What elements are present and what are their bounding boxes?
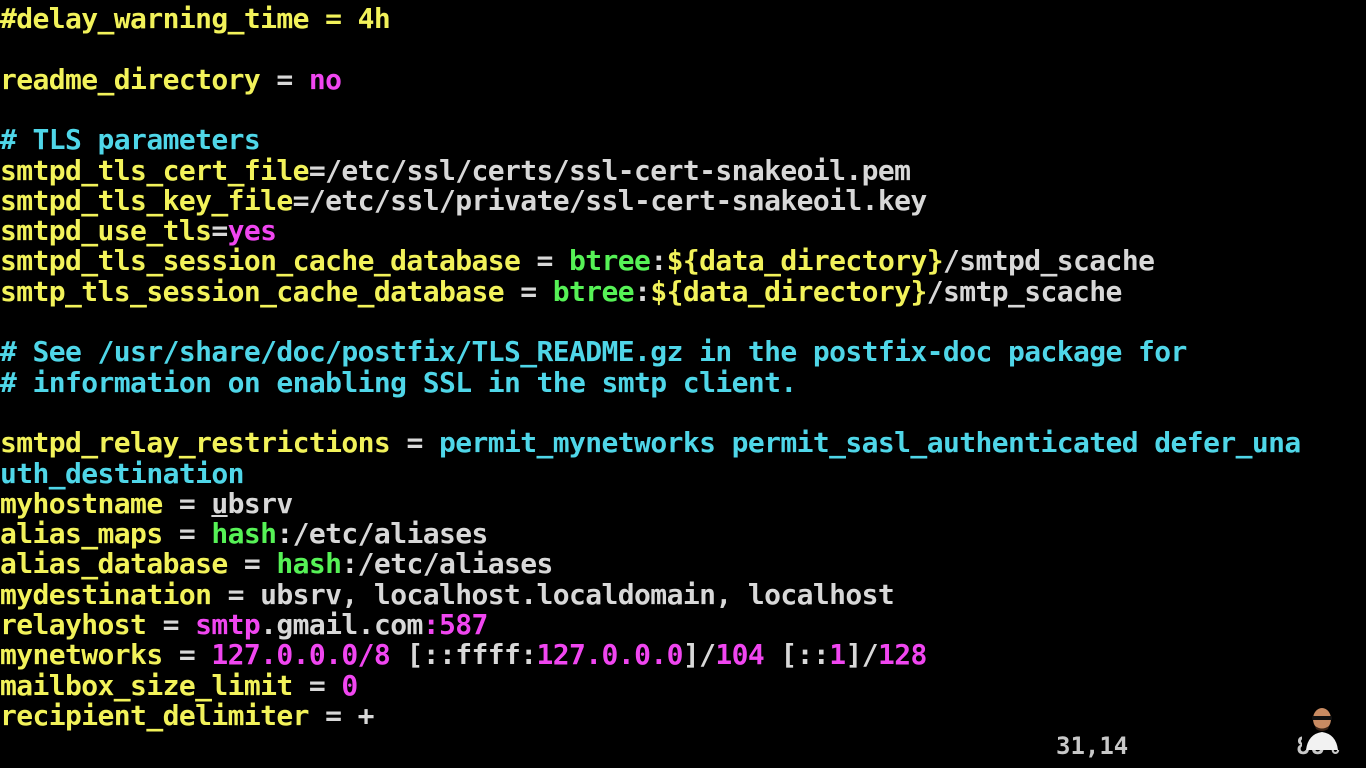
- line-segment: # See /usr/share/doc/postfix/TLS_README.…: [0, 335, 1187, 369]
- line-segment: =: [390, 426, 439, 460]
- line-segment: =: [260, 62, 309, 96]
- line-segment: :587: [422, 608, 489, 641]
- line-segment: [::ffff:: [390, 638, 537, 672]
- line-segment: =: [162, 486, 212, 520]
- editor-line[interactable]: mynetworks = 127.0.0.0/8 [::ffff:127.0.0…: [0, 640, 927, 670]
- line-segment: /smtpd_scache: [942, 244, 1155, 278]
- line-segment: 0: [341, 668, 358, 702]
- line-segment: 1: [829, 638, 846, 672]
- line-segment: = ubsrv, localhost.localdomain, localhos…: [211, 577, 895, 611]
- line-segment: permit_mynetworks permit_sasl_authentica…: [438, 426, 1301, 460]
- line-segment: =: [211, 214, 228, 248]
- line-segment: =/etc/ssl/private/ssl-cert-snakeoil.key: [292, 183, 928, 217]
- line-segment: =/etc/ssl/certs/ssl-cert-snakeoil.pem: [308, 153, 911, 187]
- line-segment: # information on enabling SSL in the smt…: [0, 365, 797, 399]
- line-segment: alias_maps: [0, 517, 163, 551]
- editor-line[interactable]: smtpd_tls_key_file=/etc/ssl/private/ssl-…: [0, 183, 928, 217]
- editor-line[interactable]: smtpd_relay_restrictions = permit_mynetw…: [0, 428, 1301, 458]
- line-segment: btree: [552, 274, 635, 308]
- editor-line[interactable]: smtpd_tls_cert_file=/etc/ssl/certs/ssl-c…: [0, 153, 911, 187]
- line-segment: :: [650, 244, 667, 278]
- line-segment: [::: [764, 638, 830, 672]
- line-segment: 127.0.0.0: [536, 638, 684, 672]
- editor-line[interactable]: # See /usr/share/doc/postfix/TLS_README.…: [0, 337, 1187, 367]
- line-segment: 127.0.0.0/8: [211, 638, 391, 672]
- line-segment: yes: [227, 214, 277, 248]
- line-segment: =: [162, 638, 212, 672]
- line-segment: no: [308, 62, 342, 96]
- editor-line[interactable]: alias_maps = hash:/etc/aliases: [0, 519, 488, 549]
- line-segment: ${data_directory}: [650, 274, 927, 308]
- line-segment: ]/: [682, 638, 716, 672]
- line-segment: =: [227, 547, 277, 581]
- line-segment: btree: [569, 244, 651, 278]
- editor-line[interactable]: smtp_tls_session_cache_database = btree:…: [0, 274, 1123, 308]
- line-segment: alias_database: [0, 547, 228, 581]
- line-segment: mailbox_size_limit: [0, 668, 293, 702]
- line-segment: bsrv: [227, 486, 294, 520]
- vim-status-line: 31,14 88%: [0, 731, 1366, 761]
- line-segment: = +: [308, 698, 374, 732]
- line-segment: =: [292, 668, 342, 702]
- editor-line[interactable]: recipient_delimiter = +: [0, 698, 375, 732]
- editor-line[interactable]: alias_database = hash:/etc/aliases: [0, 549, 553, 579]
- line-segment: smtp_tls_session_cache_database: [0, 274, 505, 308]
- line-segment: ${data_directory}: [666, 244, 944, 278]
- line-segment: 104: [715, 638, 765, 672]
- line-segment: mynetworks: [0, 638, 163, 672]
- editor-line[interactable]: smtpd_use_tls=yes: [0, 214, 277, 248]
- cursor-position: 31,14: [1056, 732, 1129, 760]
- line-segment: #delay_warning_time = 4h: [0, 2, 391, 35]
- line-segment: :/etc/aliases: [276, 517, 488, 551]
- editor-line[interactable]: mailbox_size_limit = 0: [0, 668, 358, 702]
- line-segment: =: [503, 274, 553, 308]
- line-segment: =: [162, 517, 212, 551]
- line-segment: :/etc/aliases: [341, 547, 553, 581]
- line-segment: hash: [276, 547, 342, 581]
- line-segment: hash: [211, 517, 277, 551]
- line-segment: ]/: [845, 638, 878, 672]
- editor-line[interactable]: smtpd_tls_session_cache_database = btree…: [0, 244, 1155, 278]
- line-segment: # TLS parameters: [0, 123, 261, 157]
- line-segment: smtpd_tls_cert_file: [0, 153, 310, 187]
- line-segment: readme_directory: [0, 62, 261, 96]
- line-segment: =: [146, 608, 196, 641]
- line-segment: smtpd_tls_key_file: [0, 183, 293, 217]
- line-segment: mydestination: [0, 577, 212, 611]
- editor-line[interactable]: uth_destination: [0, 456, 244, 490]
- line-segment: =: [520, 244, 570, 278]
- editor-line[interactable]: readme_directory = no: [0, 62, 342, 96]
- line-segment: :: [634, 274, 651, 308]
- editor-line[interactable]: myhostname = ubsrv: [0, 486, 294, 520]
- line-segment: recipient_delimiter: [0, 698, 310, 732]
- line-segment: /smtp_scache: [926, 274, 1123, 308]
- presenter-avatar-icon: [1302, 704, 1342, 750]
- line-segment: smtpd_relay_restrictions: [0, 426, 391, 460]
- line-segment: myhostname: [0, 486, 163, 520]
- line-segment: relayhost: [0, 608, 147, 641]
- line-segment: .gmail.com: [260, 608, 423, 641]
- vim-terminal-window[interactable]: #delay_warning_time = 4h readme_directory…: [0, 0, 1366, 768]
- line-segment: 128: [877, 638, 927, 672]
- line-segment: smtpd_tls_session_cache_database: [0, 244, 521, 278]
- line-segment: smtp: [195, 608, 261, 641]
- editor-line[interactable]: # TLS parameters: [0, 123, 261, 157]
- editor-line[interactable]: relayhost = smtp.gmail.com:587: [0, 610, 488, 640]
- editor-line[interactable]: mydestination = ubsrv, localhost.localdo…: [0, 577, 895, 611]
- line-segment: smtpd_use_tls: [0, 214, 212, 248]
- editor-line[interactable]: #delay_warning_time = 4h: [0, 2, 391, 35]
- text-cursor: u: [211, 486, 228, 520]
- line-segment: uth_destination: [0, 456, 244, 490]
- editor-line[interactable]: # information on enabling SSL in the smt…: [0, 365, 797, 399]
